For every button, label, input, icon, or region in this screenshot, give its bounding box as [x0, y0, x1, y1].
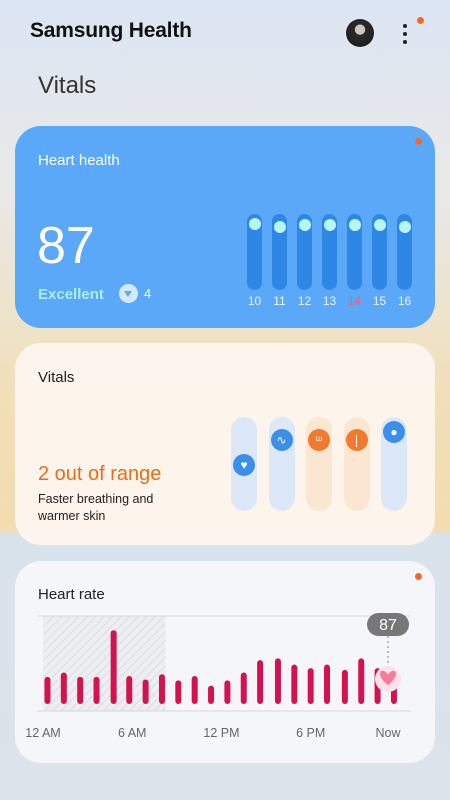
heart-rate-card[interactable]: Heart rate 87 12 AM 6 AM 12 PM 6 PM Now	[15, 561, 435, 763]
x-axis-label: Now	[375, 726, 401, 740]
heart-health-day-label: 13	[322, 294, 337, 308]
x-axis-label: 12 PM	[203, 726, 239, 740]
heart-health-day-label: 16	[397, 294, 412, 308]
x-axis-label: 6 AM	[118, 726, 147, 740]
heart-health-score: 87	[37, 217, 95, 275]
heart-health-day-bar	[297, 214, 312, 290]
heart-health-change: 4	[144, 286, 152, 301]
heart-health-day-bar	[397, 214, 412, 290]
vitals-metric-pill[interactable]: ❘	[343, 417, 370, 511]
heart-health-day-marker	[398, 220, 411, 233]
vitals-metric-pill[interactable]: ●	[381, 417, 407, 511]
oxygen-drop-icon: ●	[383, 421, 405, 444]
heart-health-status: Excellent	[38, 286, 104, 303]
heart-health-day-bar	[247, 214, 262, 290]
user-avatar[interactable]	[346, 19, 374, 47]
heart-health-day-bar	[322, 214, 337, 290]
heart-health-alert-dot	[415, 138, 422, 145]
vitals-metric-pill[interactable]: ♥	[231, 417, 257, 511]
notification-dot	[417, 17, 424, 24]
vitals-metric-pill[interactable]: ∿	[268, 417, 295, 511]
vitals-range-summary: 2 out of range	[38, 463, 162, 485]
app-title: Samsung Health	[30, 19, 192, 42]
vitals-title: Vitals	[38, 369, 75, 386]
down-arrow-icon	[119, 284, 138, 303]
pulse-icon: ∿	[270, 428, 293, 451]
more-options-icon[interactable]	[394, 20, 416, 48]
heart-icon: ♥	[233, 453, 255, 476]
current-value-label: 87	[379, 617, 397, 634]
heart-health-day-marker	[373, 219, 386, 231]
page-title: Vitals	[38, 72, 97, 99]
heart-health-day-label: 11	[273, 294, 286, 308]
heart-health-day-marker	[348, 219, 361, 231]
heart-health-day-bar	[347, 214, 362, 290]
heart-health-day-bar	[272, 214, 287, 290]
heart-health-day-marker	[298, 219, 311, 231]
heart-health-day-label: 10	[247, 294, 262, 308]
x-axis-label: 6 PM	[296, 726, 325, 740]
heart-health-card[interactable]: Heart health 87 Excellent 4 10 11 12 13 14 15…	[15, 126, 435, 328]
thermometer-icon: ❘	[345, 428, 368, 451]
heart-health-day-label: 14	[347, 294, 362, 308]
heart-health-day-label: 12	[297, 294, 312, 308]
heart-health-day-marker	[273, 220, 286, 233]
app-header: Samsung Health	[0, 0, 450, 64]
heart-health-day-label: 15	[372, 294, 387, 308]
vitals-description: Faster breathing and warmer skin	[38, 492, 154, 523]
heart-health-title: Heart health	[38, 152, 120, 169]
heart-health-trend: 4	[119, 284, 151, 303]
heart-rate-chart: 87 12 AM 6 AM 12 PM 6 PM Now	[25, 613, 411, 740]
vitals-card[interactable]: Vitals 2 out of range Faster breathing a…	[15, 343, 435, 545]
heart-health-day-bar	[372, 214, 387, 290]
x-axis-label: 12 AM	[25, 726, 60, 740]
lungs-icon: ᵚ	[308, 428, 330, 451]
heart-health-day-marker	[323, 219, 336, 231]
heart-health-day-marker	[248, 217, 261, 230]
vitals-metric-pill[interactable]: ᵚ	[306, 417, 332, 511]
